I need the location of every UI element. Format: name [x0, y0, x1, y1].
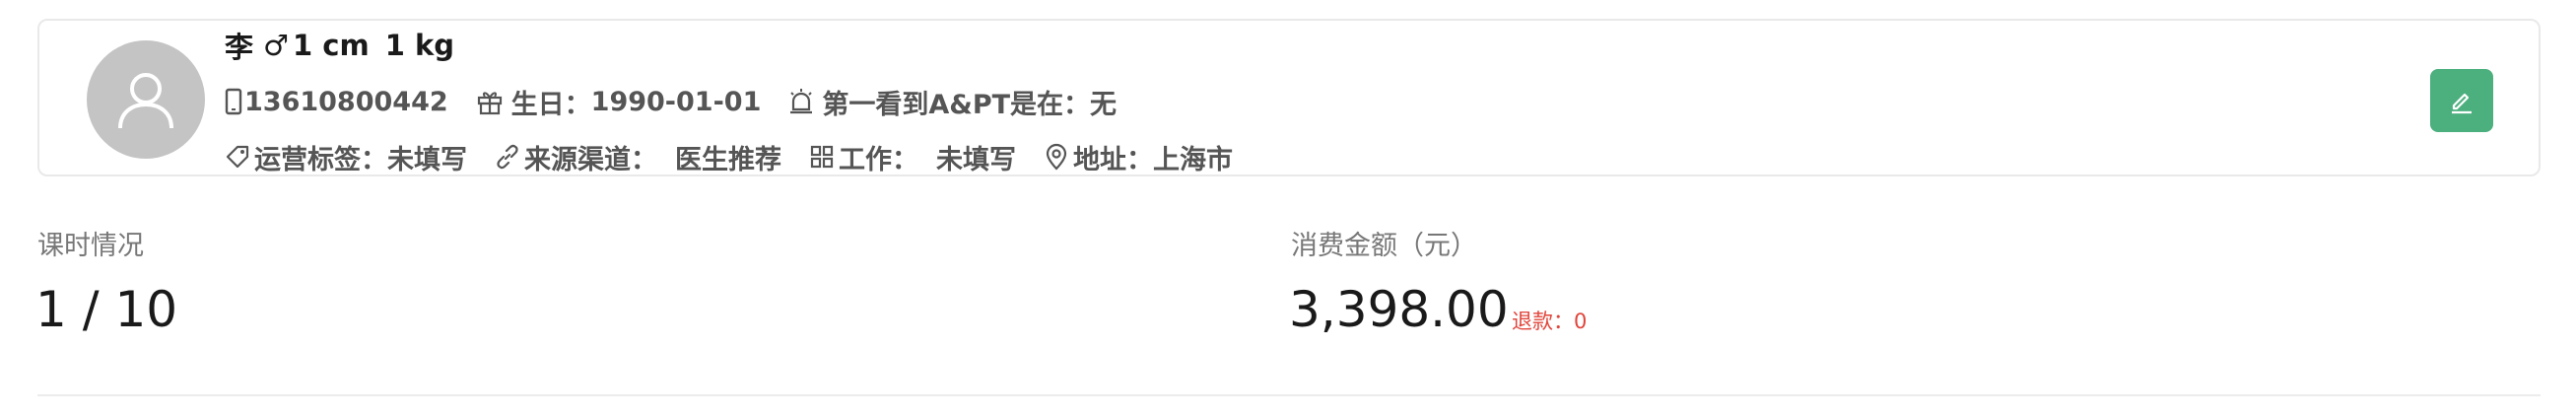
profile-contact-line: 13610800442 生日： 1990-01-01 第一看到A&PT是在： 无 [225, 84, 1118, 120]
client-phone[interactable]: 13610800442 [244, 87, 448, 117]
male-gender-icon: ♂ [263, 29, 290, 62]
client-weight: 1 kg [384, 29, 455, 62]
address-label: 地址： [1073, 144, 1153, 175]
gift-icon [476, 88, 504, 115]
birthday-value: 1990-01-01 [590, 86, 762, 117]
profile-meta-line: 运营标签： 未填写 来源渠道： 医生推荐 工作： 未填写 地址： 上海市 [225, 139, 1233, 175]
phone-icon [225, 88, 242, 115]
tags-label: 运营标签： [254, 144, 387, 175]
first-seen-value: 无 [1090, 89, 1118, 120]
tags-value: 未填写 [387, 144, 467, 175]
address-value: 上海市 [1153, 144, 1233, 175]
client-name: 李 [225, 31, 254, 64]
link-icon [495, 144, 520, 170]
avatar [87, 40, 205, 159]
work-value: 未填写 [936, 144, 1016, 175]
source-value: 医生推荐 [675, 144, 781, 175]
refund-amount: 退款：0 [1512, 310, 1588, 333]
lessons-value: 1 / 10 [35, 281, 178, 338]
spend-label: 消费金额（元） [1291, 231, 1477, 261]
client-height: 1 cm [293, 29, 370, 62]
location-icon [1044, 143, 1069, 171]
first-seen-label: 第一看到A&PT是在： [822, 89, 1091, 120]
tag-icon [225, 144, 250, 170]
spend-value: 3,398.00 [1289, 281, 1509, 338]
user-icon [118, 73, 173, 129]
birthday-label: 生日： [510, 89, 591, 120]
grid-icon [809, 144, 835, 170]
alarm-icon [788, 88, 814, 115]
lessons-label: 课时情况 [37, 231, 144, 261]
client-profile-card: 李 ♂ 1 cm 1 kg 13610800442 生日： 1990-01-01… [37, 19, 2541, 176]
profile-header-line: 李 ♂ 1 cm 1 kg [225, 27, 454, 64]
edit-profile-button[interactable] [2430, 69, 2493, 132]
work-label: 工作： [839, 144, 918, 175]
source-label: 来源渠道： [524, 144, 657, 175]
section-divider [37, 394, 2541, 396]
edit-icon [2452, 93, 2472, 114]
